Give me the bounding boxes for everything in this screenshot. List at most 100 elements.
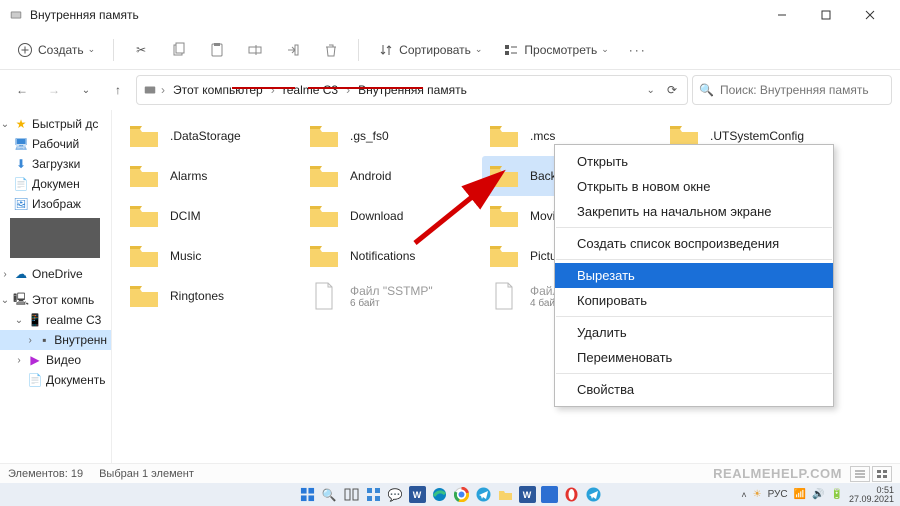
system-tray[interactable]: ˄ ☀ РУС 📶 🔊 🔋 0:51 27.09.2021	[741, 483, 894, 506]
folder-item[interactable]: Alarms	[122, 156, 302, 196]
search-icon[interactable]: 🔍	[321, 486, 338, 503]
more-button[interactable]: ···	[621, 39, 655, 61]
explorer-icon[interactable]	[497, 486, 514, 503]
battery-icon[interactable]: 🔋	[831, 489, 843, 500]
folder-icon	[126, 241, 162, 271]
separator	[556, 316, 832, 317]
file-item[interactable]: Файл "SSTMP"6 байт	[302, 276, 482, 316]
task-view-icon[interactable]	[343, 486, 360, 503]
chevron-down-icon: ⌄	[475, 44, 483, 55]
minimize-button[interactable]	[760, 0, 804, 30]
forward-button[interactable]: →	[40, 76, 68, 104]
folder-icon	[486, 161, 522, 191]
sidebar-item-this-pc[interactable]: ⌄🖳Этот компь	[0, 290, 111, 310]
folder-item[interactable]: Download	[302, 196, 482, 236]
tray-icon[interactable]: ☀	[753, 489, 762, 500]
close-button[interactable]	[848, 0, 892, 30]
sidebar-label: Внутренн	[54, 333, 107, 347]
context-pin-to-start[interactable]: Закрепить на начальном экране	[555, 199, 833, 224]
context-copy[interactable]: Копировать	[555, 288, 833, 313]
breadcrumb-segment[interactable]: Этот компьютер	[169, 81, 267, 99]
sidebar-item-documents[interactable]: 📄Докумен	[0, 174, 111, 194]
delete-button[interactable]	[314, 37, 348, 63]
item-size: 6 байт	[350, 298, 433, 309]
cut-button[interactable]: ✂	[124, 37, 158, 63]
item-label: .gs_fs0	[350, 129, 389, 143]
chat-icon[interactable]: 💬	[387, 486, 404, 503]
details-view-button[interactable]	[850, 466, 870, 482]
folder-icon	[126, 201, 162, 231]
telegram-icon[interactable]	[475, 486, 492, 503]
clock[interactable]: 0:51 27.09.2021	[849, 486, 894, 504]
telegram-icon[interactable]	[585, 486, 602, 503]
sidebar-item-pictures[interactable]: 🖼Изображ	[0, 194, 111, 214]
item-count-label: Элементов:	[8, 468, 68, 480]
opera-icon[interactable]	[563, 486, 580, 503]
item-count: 19	[71, 468, 83, 480]
up-button[interactable]: ↑	[104, 76, 132, 104]
chevron-up-icon[interactable]: ˄	[741, 490, 746, 500]
sort-button[interactable]: Сортировать ⌄	[369, 37, 490, 63]
context-menu: Открыть Открыть в новом окне Закрепить н…	[554, 144, 834, 407]
view-button[interactable]: Просмотреть ⌄	[494, 37, 616, 63]
star-icon: ★	[14, 117, 28, 131]
share-icon	[284, 41, 302, 59]
language-indicator[interactable]: РУС	[768, 489, 788, 500]
thumbnail-view-button[interactable]	[872, 466, 892, 482]
video-icon: ▶	[28, 353, 42, 367]
app-icon[interactable]	[541, 486, 558, 503]
maximize-button[interactable]	[804, 0, 848, 30]
chrome-icon[interactable]	[453, 486, 470, 503]
context-create-playlist[interactable]: Создать список воспроизведения	[555, 231, 833, 256]
sidebar-item-videos[interactable]: ›▶Видео	[0, 350, 111, 370]
folder-item[interactable]: Music	[122, 236, 302, 276]
context-properties[interactable]: Свойства	[555, 377, 833, 402]
folder-item[interactable]: Android	[302, 156, 482, 196]
sidebar-item-internal-storage[interactable]: ›▪Внутренн	[0, 330, 111, 350]
wifi-icon[interactable]: 📶	[794, 489, 806, 500]
breadcrumb[interactable]: › Этот компьютер › realme C3 › Внутрення…	[136, 75, 688, 105]
item-label: .UTSystemConfig	[710, 129, 804, 143]
toolbar: Создать ⌄ ✂ Сортировать ⌄ Просмотреть ⌄ …	[0, 30, 900, 70]
context-delete[interactable]: Удалить	[555, 320, 833, 345]
copy-button[interactable]	[162, 37, 196, 63]
folder-item[interactable]: .gs_fs0	[302, 116, 482, 156]
rename-button[interactable]	[238, 37, 272, 63]
sidebar-item-onedrive[interactable]: ›☁OneDrive	[0, 264, 111, 284]
widgets-icon[interactable]	[365, 486, 382, 503]
paste-button[interactable]	[200, 37, 234, 63]
folder-item[interactable]: Ringtones	[122, 276, 302, 316]
new-button[interactable]: Создать ⌄	[8, 37, 103, 63]
item-label: DCIM	[170, 209, 201, 223]
sidebar-label: OneDrive	[32, 267, 83, 281]
context-open-new-window[interactable]: Открыть в новом окне	[555, 174, 833, 199]
edge-icon[interactable]	[431, 486, 448, 503]
search-input[interactable]	[720, 83, 885, 97]
refresh-icon[interactable]: ⟳	[663, 83, 681, 97]
sidebar-item-documents2[interactable]: 📄Документь	[0, 370, 111, 390]
volume-icon[interactable]: 🔊	[812, 489, 824, 500]
folder-item[interactable]: .DataStorage	[122, 116, 302, 156]
share-button[interactable]	[276, 37, 310, 63]
context-cut[interactable]: Вырезать	[555, 263, 833, 288]
sidebar-item-downloads[interactable]: ⬇Загрузки	[0, 154, 111, 174]
search-box[interactable]: 🔍	[692, 75, 892, 105]
sidebar-item-realme[interactable]: ⌄📱realme C3	[0, 310, 111, 330]
context-rename[interactable]: Переименовать	[555, 345, 833, 370]
start-button[interactable]	[299, 486, 316, 503]
sidebar-item-desktop[interactable]: 🖥Рабочий	[0, 134, 111, 154]
sidebar-item-quick-access[interactable]: ⌄★Быстрый дс	[0, 114, 111, 134]
folder-item[interactable]: DCIM	[122, 196, 302, 236]
chevron-down-icon[interactable]: ⌄	[641, 85, 661, 96]
breadcrumb-segment[interactable]: realme C3	[279, 81, 342, 99]
back-button[interactable]: ←	[8, 76, 36, 104]
folder-icon	[126, 161, 162, 191]
breadcrumb-segment[interactable]: Внутренняя память	[354, 81, 471, 99]
sort-label: Сортировать	[399, 43, 471, 57]
folder-item[interactable]: Notifications	[302, 236, 482, 276]
word-icon[interactable]: W	[409, 486, 426, 503]
word-icon[interactable]: W	[519, 486, 536, 503]
chevron-down-icon[interactable]: ⌄	[72, 76, 100, 104]
context-open[interactable]: Открыть	[555, 149, 833, 174]
sidebar-label: Видео	[46, 353, 81, 367]
